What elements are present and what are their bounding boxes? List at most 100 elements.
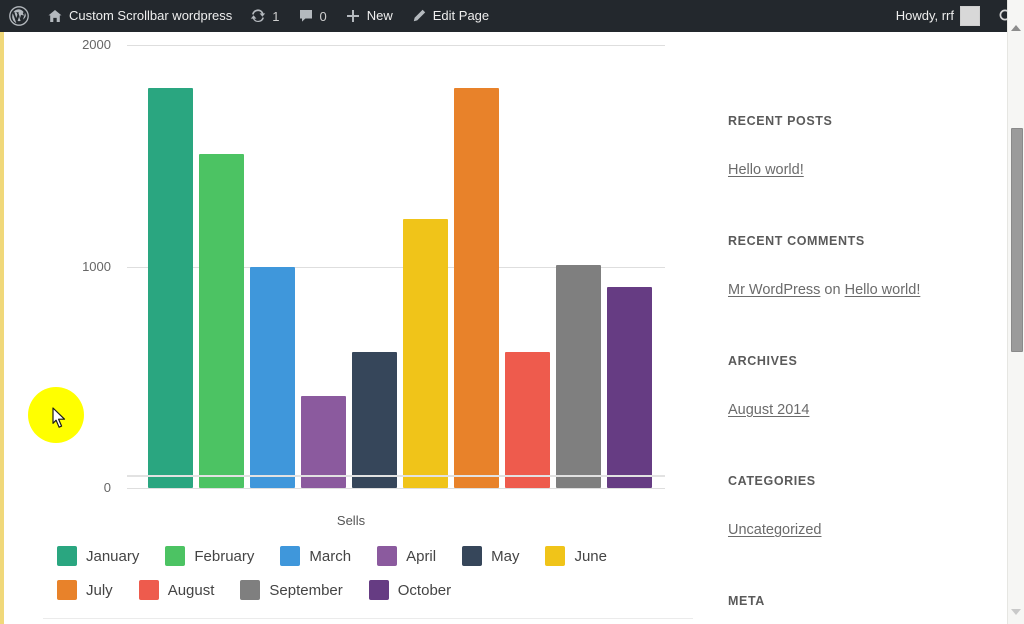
chart-bar-slot [451, 45, 502, 488]
widget-title-archives: ARCHIVES [728, 354, 798, 368]
chart-x-axis-title: Sells [336, 513, 366, 528]
chart-legend: January February March April May June July Augu… [57, 544, 677, 602]
wp-admin-bar: Custom Scrollbar wordpress 1 0 New Edit … [0, 0, 1024, 32]
widget-title-recent-posts: RECENT POSTS [728, 114, 833, 128]
chart-bar-slot [196, 45, 247, 488]
chart-bar-slot [553, 45, 604, 488]
comment-bubble-icon [298, 8, 314, 24]
updates-icon [250, 8, 266, 24]
legend-swatch [240, 580, 261, 600]
new-label: New [366, 8, 393, 23]
legend-swatch [462, 546, 483, 566]
comments-count: 0 [319, 8, 327, 24]
adminbar-new-button[interactable]: New [336, 0, 402, 32]
comment-author-link[interactable]: Mr WordPress [728, 282, 820, 298]
legend-label: May [491, 547, 520, 565]
adminbar-updates[interactable]: 1 [241, 0, 288, 32]
chart-y-tick-label: 2000 [82, 37, 111, 52]
legend-item[interactable]: June [545, 544, 607, 568]
custom-scrollbar[interactable] [1007, 0, 1024, 624]
chart-bar[interactable] [505, 352, 550, 488]
chart-y-tick-label: 1000 [82, 258, 111, 274]
chart-bar-slot [298, 45, 349, 488]
legend-item[interactable]: January [57, 544, 139, 568]
scroll-down-arrow-icon[interactable] [1010, 606, 1022, 618]
legend-label: February [194, 547, 255, 565]
legend-swatch [545, 546, 566, 566]
chart-bars [145, 45, 655, 488]
page-left-edge [0, 32, 4, 624]
chart-bar-slot [502, 45, 553, 488]
chart-bar[interactable] [199, 154, 244, 488]
scroll-up-arrow-icon[interactable] [1010, 22, 1022, 34]
main-content: 0 1000 2000 Sells January February March Apri… [21, 32, 693, 624]
comment-on-text: on [824, 282, 841, 298]
archives-link[interactable]: August 2014 [728, 402, 809, 418]
chart-bar-slot [604, 45, 655, 488]
chart-bar-slot [145, 45, 196, 488]
legend-label: October [397, 581, 452, 599]
legend-item[interactable]: April [377, 544, 436, 568]
site-title: Custom Scrollbar wordpress [69, 8, 233, 23]
recent-comment-item: Mr WordPress on Hello world! [728, 282, 920, 298]
theme-page: 0 1000 2000 Sells January February March Apri… [0, 32, 1011, 624]
chart-x-axis-line [127, 475, 665, 477]
legend-swatch [138, 580, 159, 600]
updates-count: 1 [272, 8, 280, 24]
legend-item[interactable]: August [138, 578, 215, 602]
legend-item[interactable]: September [240, 578, 343, 602]
chart-bar[interactable] [148, 88, 193, 488]
legend-label: March [309, 547, 352, 565]
page-viewport: 0 1000 2000 Sells January February March Apri… [0, 32, 1024, 624]
adminbar-site-name[interactable]: Custom Scrollbar wordpress [38, 0, 241, 32]
wordpress-logo-icon[interactable] [0, 0, 38, 32]
content-divider [43, 618, 693, 619]
categories-link[interactable]: Uncategorized [728, 522, 822, 538]
howdy-label: Howdy, rrf [895, 8, 954, 23]
sidebar: RECENT POSTS Hello world! RECENT COMMENT… [728, 32, 993, 624]
avatar [960, 6, 980, 26]
pencil-icon [411, 8, 427, 24]
widget-title-meta: META [728, 594, 765, 608]
legend-label: April [406, 547, 437, 565]
recent-post-link[interactable]: Hello world! [728, 162, 804, 178]
legend-swatch [165, 546, 186, 566]
plus-icon [345, 8, 361, 24]
scrollbar-thumb[interactable] [1011, 128, 1023, 352]
chart-plot-area [145, 45, 655, 488]
chart-bar[interactable] [454, 88, 499, 488]
legend-label: August [167, 581, 215, 599]
adminbar-my-account[interactable]: Howdy, rrf [887, 0, 989, 32]
legend-label: September [269, 581, 343, 599]
legend-swatch [368, 580, 389, 600]
legend-item[interactable]: March [280, 544, 351, 568]
legend-item[interactable]: July [57, 578, 113, 602]
adminbar-edit-page-button[interactable]: Edit Page [402, 0, 498, 32]
chart-bar-slot [349, 45, 400, 488]
chart-bar-slot [247, 45, 298, 488]
mouse-cursor [52, 407, 68, 434]
chart-bar-slot [400, 45, 451, 488]
legend-label: January [86, 547, 140, 565]
chart-bar[interactable] [352, 352, 397, 488]
legend-item[interactable]: October [368, 578, 452, 602]
legend-item[interactable]: May [462, 544, 519, 568]
adminbar-comments[interactable]: 0 [289, 0, 336, 32]
chart-bar[interactable] [403, 219, 448, 488]
chart-bar[interactable] [250, 266, 295, 488]
home-icon [47, 8, 63, 24]
widget-title-categories: CATEGORIES [728, 474, 816, 488]
legend-swatch [280, 546, 301, 566]
widget-title-recent-comments: RECENT COMMENTS [728, 234, 865, 248]
bar-chart: 0 1000 2000 Sells [21, 32, 681, 542]
comment-post-link[interactable]: Hello world! [845, 282, 921, 298]
legend-swatch [57, 546, 77, 566]
legend-item[interactable]: February [165, 544, 254, 568]
chart-bar[interactable] [607, 287, 652, 488]
chart-bar[interactable] [556, 265, 601, 488]
legend-label: July [86, 581, 113, 599]
chart-gridline [127, 488, 665, 489]
chart-y-tick-label: 0 [103, 480, 111, 495]
legend-label: June [574, 547, 607, 565]
edit-page-label: Edit Page [432, 8, 490, 23]
